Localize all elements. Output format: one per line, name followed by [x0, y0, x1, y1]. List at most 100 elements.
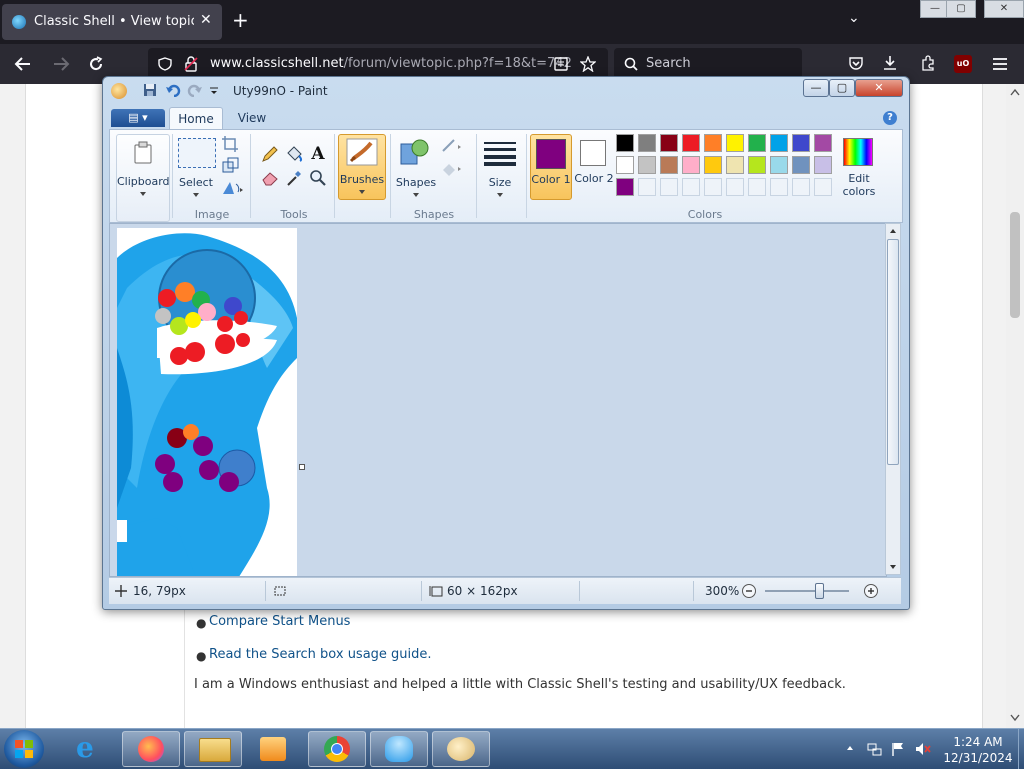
palette-color-swatch[interactable] — [638, 156, 656, 174]
palette-color-swatch[interactable] — [770, 156, 788, 174]
palette-color-swatch[interactable] — [616, 178, 634, 196]
paint-file-menu-button[interactable]: ▤ ▾ — [111, 109, 165, 127]
palette-color-swatch[interactable] — [814, 156, 832, 174]
size-button[interactable]: Size — [478, 176, 522, 189]
show-hidden-icons-icon[interactable] — [846, 745, 854, 751]
start-button[interactable] — [4, 730, 44, 768]
taskbar-internet-explorer[interactable]: e — [62, 731, 120, 767]
fill-bucket-icon[interactable] — [284, 144, 304, 164]
fill-icon[interactable] — [440, 158, 466, 178]
palette-color-swatch[interactable] — [638, 134, 656, 152]
pocket-icon[interactable] — [848, 56, 864, 72]
palette-color-swatch[interactable] — [616, 156, 634, 174]
search-input[interactable]: Search — [646, 56, 691, 71]
chevron-down-icon[interactable] — [496, 192, 504, 198]
palette-color-swatch[interactable] — [660, 156, 678, 174]
browser-tab[interactable]: Classic Shell • View topic - Windows ✕ — [2, 4, 222, 40]
background-close-button[interactable]: ✕ — [984, 0, 1024, 18]
palette-color-swatch[interactable] — [660, 134, 678, 152]
paint-title-bar[interactable]: Uty99nO - Paint — ▢ ✕ — [103, 77, 909, 105]
select-button[interactable]: Select — [172, 176, 220, 189]
palette-color-swatch[interactable] — [616, 134, 634, 152]
text-tool-icon[interactable]: A — [308, 144, 328, 164]
size-icon[interactable] — [482, 140, 518, 166]
canvas-resize-handle[interactable] — [299, 464, 305, 470]
palette-color-swatch[interactable] — [682, 134, 700, 152]
help-icon[interactable]: ? — [883, 111, 897, 125]
rotate-icon[interactable] — [220, 178, 246, 198]
crop-icon[interactable] — [220, 134, 240, 154]
resize-icon[interactable] — [220, 156, 240, 176]
shapes-button[interactable]: Shapes — [394, 176, 438, 189]
select-icon[interactable] — [178, 138, 216, 168]
new-tab-button[interactable]: + — [232, 8, 249, 32]
color1-button[interactable]: Color 1 — [530, 134, 572, 200]
list-all-tabs-button[interactable]: ⌄ — [848, 10, 860, 26]
show-desktop-button[interactable] — [1018, 729, 1024, 769]
palette-custom-slot[interactable] — [682, 178, 700, 196]
tracking-shield-icon[interactable] — [158, 57, 172, 71]
paint-minimize-button[interactable]: — — [803, 79, 829, 97]
paint-app-icon[interactable] — [111, 83, 127, 99]
palette-color-swatch[interactable] — [748, 134, 766, 152]
palette-color-swatch[interactable] — [814, 134, 832, 152]
taskbar-classic-shell[interactable] — [370, 731, 428, 767]
zoom-slider-thumb[interactable] — [815, 583, 824, 599]
eraser-icon[interactable] — [260, 168, 280, 188]
back-arrow-icon[interactable] — [14, 56, 32, 72]
compare-start-menus-link[interactable]: Compare Start Menus — [209, 614, 350, 629]
palette-custom-slot[interactable] — [660, 178, 678, 196]
undo-icon[interactable] — [165, 83, 181, 97]
paint-maximize-button[interactable]: ▢ — [829, 79, 855, 97]
palette-custom-slot[interactable] — [770, 178, 788, 196]
outline-icon[interactable] — [440, 136, 466, 156]
taskbar-file-explorer[interactable] — [184, 731, 242, 767]
zoom-out-icon[interactable] — [741, 583, 757, 599]
bookmark-star-icon[interactable] — [580, 56, 596, 72]
ublock-origin-icon[interactable]: uO — [954, 55, 972, 73]
taskbar-firefox[interactable] — [122, 731, 180, 767]
zoom-slider-track[interactable] — [765, 590, 849, 592]
edit-colors-button[interactable]: Edit colors — [838, 134, 880, 198]
reader-view-icon[interactable] — [554, 57, 568, 71]
scroll-down-icon[interactable] — [1010, 714, 1020, 722]
canvas-workspace[interactable] — [109, 223, 887, 577]
scroll-up-icon[interactable] — [1010, 88, 1020, 96]
palette-color-swatch[interactable] — [682, 156, 700, 174]
downloads-icon[interactable] — [882, 55, 898, 71]
quick-access-dropdown-icon[interactable] — [209, 87, 219, 95]
palette-color-swatch[interactable] — [770, 134, 788, 152]
reload-icon[interactable] — [88, 56, 104, 72]
palette-custom-slot[interactable] — [748, 178, 766, 196]
palette-color-swatch[interactable] — [704, 156, 722, 174]
save-icon[interactable] — [143, 83, 157, 97]
system-clock[interactable]: 1:24 AM 12/31/2024 — [936, 734, 1020, 766]
palette-color-swatch[interactable] — [792, 156, 810, 174]
taskbar-media-player[interactable] — [246, 731, 304, 767]
scroll-up-icon[interactable] — [889, 228, 897, 234]
taskbar-chrome[interactable] — [308, 731, 366, 767]
redo-icon[interactable] — [187, 83, 203, 97]
palette-custom-slot[interactable] — [814, 178, 832, 196]
search-box-guide-link[interactable]: Read the Search box usage guide. — [209, 647, 432, 662]
pencil-icon[interactable] — [260, 144, 280, 164]
close-tab-icon[interactable]: ✕ — [200, 12, 212, 28]
palette-custom-slot[interactable] — [792, 178, 810, 196]
drawing-canvas[interactable] — [117, 228, 297, 576]
palette-custom-slot[interactable] — [704, 178, 722, 196]
taskbar-paint[interactable] — [432, 731, 490, 767]
lock-warning-icon[interactable] — [184, 56, 198, 72]
chevron-down-icon[interactable] — [412, 192, 420, 198]
scroll-down-icon[interactable] — [889, 564, 897, 570]
background-maximize-button[interactable]: ▢ — [946, 0, 976, 18]
palette-color-swatch[interactable] — [726, 134, 744, 152]
volume-muted-icon[interactable] — [914, 741, 932, 757]
clipboard-button[interactable]: Clipboard — [116, 134, 170, 222]
palette-color-swatch[interactable] — [748, 156, 766, 174]
network-icon[interactable] — [866, 741, 882, 757]
magnifier-icon[interactable] — [308, 168, 328, 188]
tab-view[interactable]: View — [231, 107, 273, 129]
hamburger-menu-icon[interactable] — [992, 57, 1008, 71]
palette-color-swatch[interactable] — [704, 134, 722, 152]
palette-color-swatch[interactable] — [726, 156, 744, 174]
